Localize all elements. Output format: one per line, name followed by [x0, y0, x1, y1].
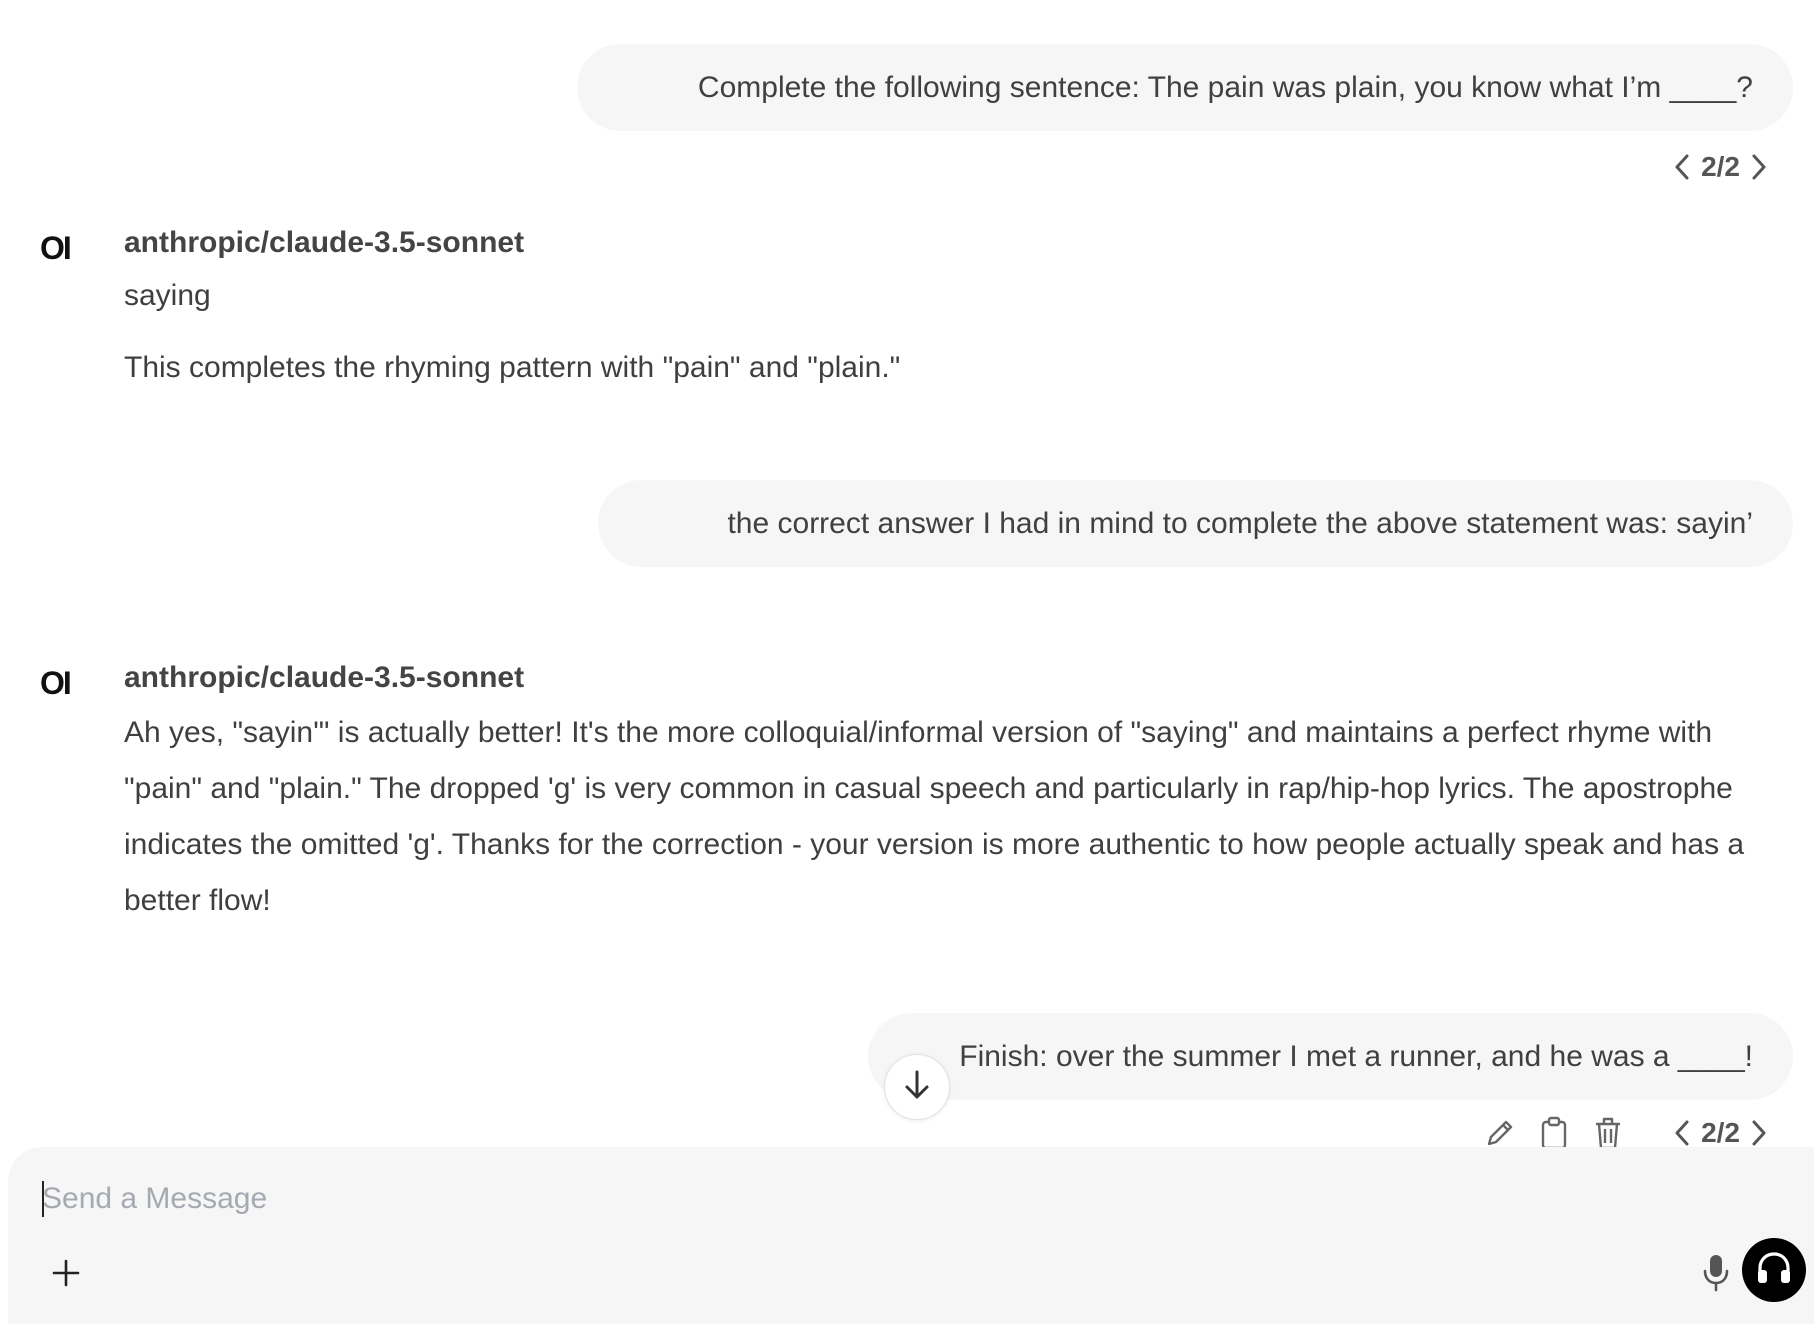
- message-composer: [8, 1147, 1814, 1324]
- message-input[interactable]: [42, 1177, 1242, 1221]
- chat-screen: Complete the following sentence: The pai…: [0, 0, 1814, 1324]
- pencil-icon[interactable]: [1484, 1116, 1516, 1150]
- chevron-right-icon[interactable]: [1744, 150, 1774, 184]
- user-message-text: the correct answer I had in mind to comp…: [727, 506, 1753, 540]
- pager-label: 2/2: [1701, 1117, 1740, 1148]
- assistant-message-line: This completes the rhyming pattern with …: [124, 351, 901, 384]
- assistant-message-text: Ah yes, "sayin'" is actually better! It'…: [124, 716, 1745, 917]
- response-pager: 2/2: [1667, 1116, 1774, 1150]
- user-message: Complete the following sentence: The pai…: [577, 44, 1793, 131]
- model-name: anthropic/claude-3.5-sonnet: [124, 661, 525, 694]
- trash-icon[interactable]: [1592, 1116, 1624, 1150]
- arrow-down-icon: [903, 1069, 931, 1106]
- user-message-text: Complete the following sentence: The pai…: [697, 70, 1753, 104]
- text-caret: [42, 1181, 44, 1217]
- chevron-left-icon[interactable]: [1667, 150, 1697, 184]
- user-message: Finish: over the summer I met a runner, …: [868, 1013, 1793, 1100]
- headphones-icon: [1756, 1251, 1792, 1290]
- microphone-icon: [1703, 1254, 1729, 1297]
- voice-input-button[interactable]: [1688, 1247, 1744, 1303]
- voice-mode-button[interactable]: [1742, 1238, 1806, 1302]
- response-pager: 2/2: [1667, 150, 1774, 184]
- message-actions: [1484, 1116, 1624, 1150]
- clipboard-icon[interactable]: [1538, 1116, 1570, 1150]
- model-avatar: OI: [40, 230, 72, 266]
- assistant-message-line: saying: [124, 279, 211, 312]
- user-message: the correct answer I had in mind to comp…: [598, 480, 1793, 567]
- chevron-right-icon[interactable]: [1744, 1116, 1774, 1150]
- user-message-text: Finish: over the summer I met a runner, …: [959, 1039, 1753, 1073]
- add-attachment-button[interactable]: [38, 1247, 94, 1303]
- plus-icon: [51, 1258, 81, 1293]
- model-avatar: OI: [40, 665, 72, 701]
- pager-label: 2/2: [1701, 151, 1740, 182]
- chevron-left-icon[interactable]: [1667, 1116, 1697, 1150]
- model-name: anthropic/claude-3.5-sonnet: [124, 226, 525, 259]
- scroll-to-bottom-button[interactable]: [884, 1054, 950, 1120]
